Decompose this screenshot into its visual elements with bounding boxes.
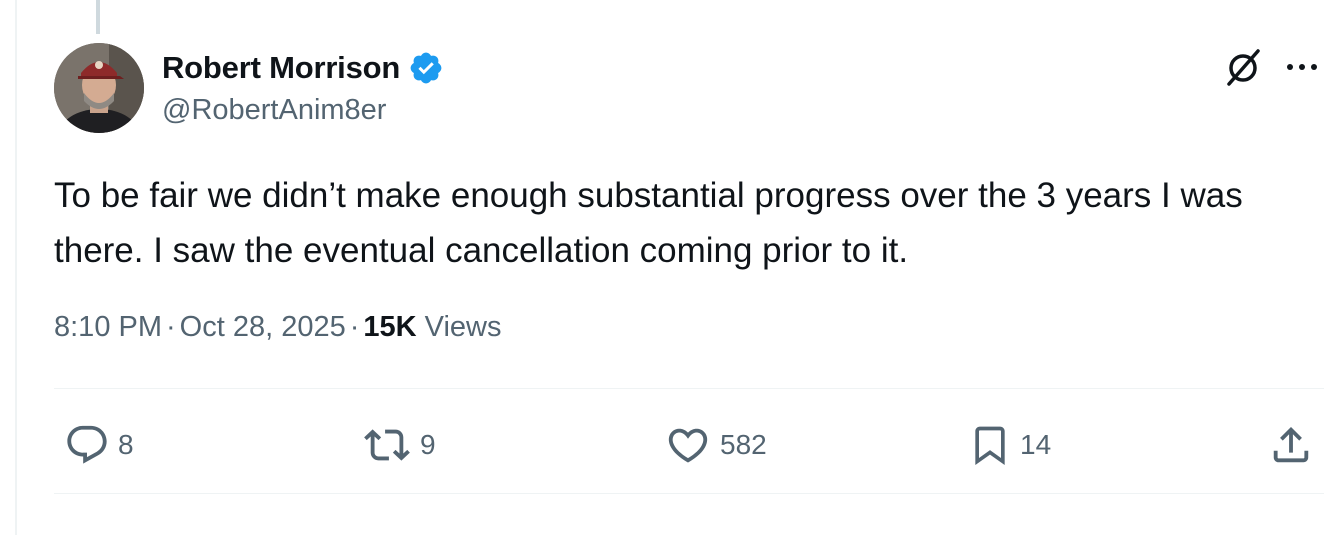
repost-button[interactable]: 9	[362, 420, 436, 470]
grok-slash-icon[interactable]	[1222, 46, 1264, 88]
bookmark-count: 14	[1020, 429, 1052, 460]
repost-count: 9	[420, 429, 436, 460]
meta-separator: ·	[349, 311, 360, 343]
tweet-time[interactable]: 8:10 PM	[54, 311, 162, 343]
tweet-metadata: 8:10 PM · Oct 28, 2025 · 15K Views	[54, 311, 502, 344]
thread-connector-line	[96, 0, 100, 34]
reply-button[interactable]: 8	[64, 420, 134, 470]
bookmark-button[interactable]: 14	[968, 420, 1051, 470]
tweet-date[interactable]: Oct 28, 2025	[180, 311, 346, 343]
author-display-name[interactable]: Robert Morrison	[162, 50, 400, 86]
reply-count: 8	[118, 429, 134, 460]
divider	[54, 493, 1324, 494]
share-button[interactable]	[1268, 420, 1314, 470]
share-upload-icon	[1273, 426, 1309, 463]
verified-badge-icon[interactable]	[408, 50, 444, 86]
like-button[interactable]: 582	[664, 420, 767, 470]
timeline-border	[15, 0, 17, 535]
like-count: 582	[720, 429, 767, 460]
reply-bubble-icon	[67, 425, 107, 464]
views-label[interactable]: Views	[425, 311, 502, 343]
heart-icon	[668, 428, 708, 463]
author-handle[interactable]: @RobertAnim8er	[162, 94, 386, 127]
repost-arrows-icon	[364, 429, 410, 461]
author-name-row: Robert Morrison	[162, 48, 444, 88]
bookmark-icon	[975, 426, 1005, 466]
tweet-text: To be fair we didn’t make enough substan…	[54, 176, 1253, 270]
views-count[interactable]: 15K	[363, 311, 416, 343]
more-horizontal-icon[interactable]	[1284, 54, 1320, 80]
meta-separator: ·	[166, 311, 176, 343]
divider	[54, 388, 1324, 389]
avatar[interactable]	[54, 43, 144, 133]
